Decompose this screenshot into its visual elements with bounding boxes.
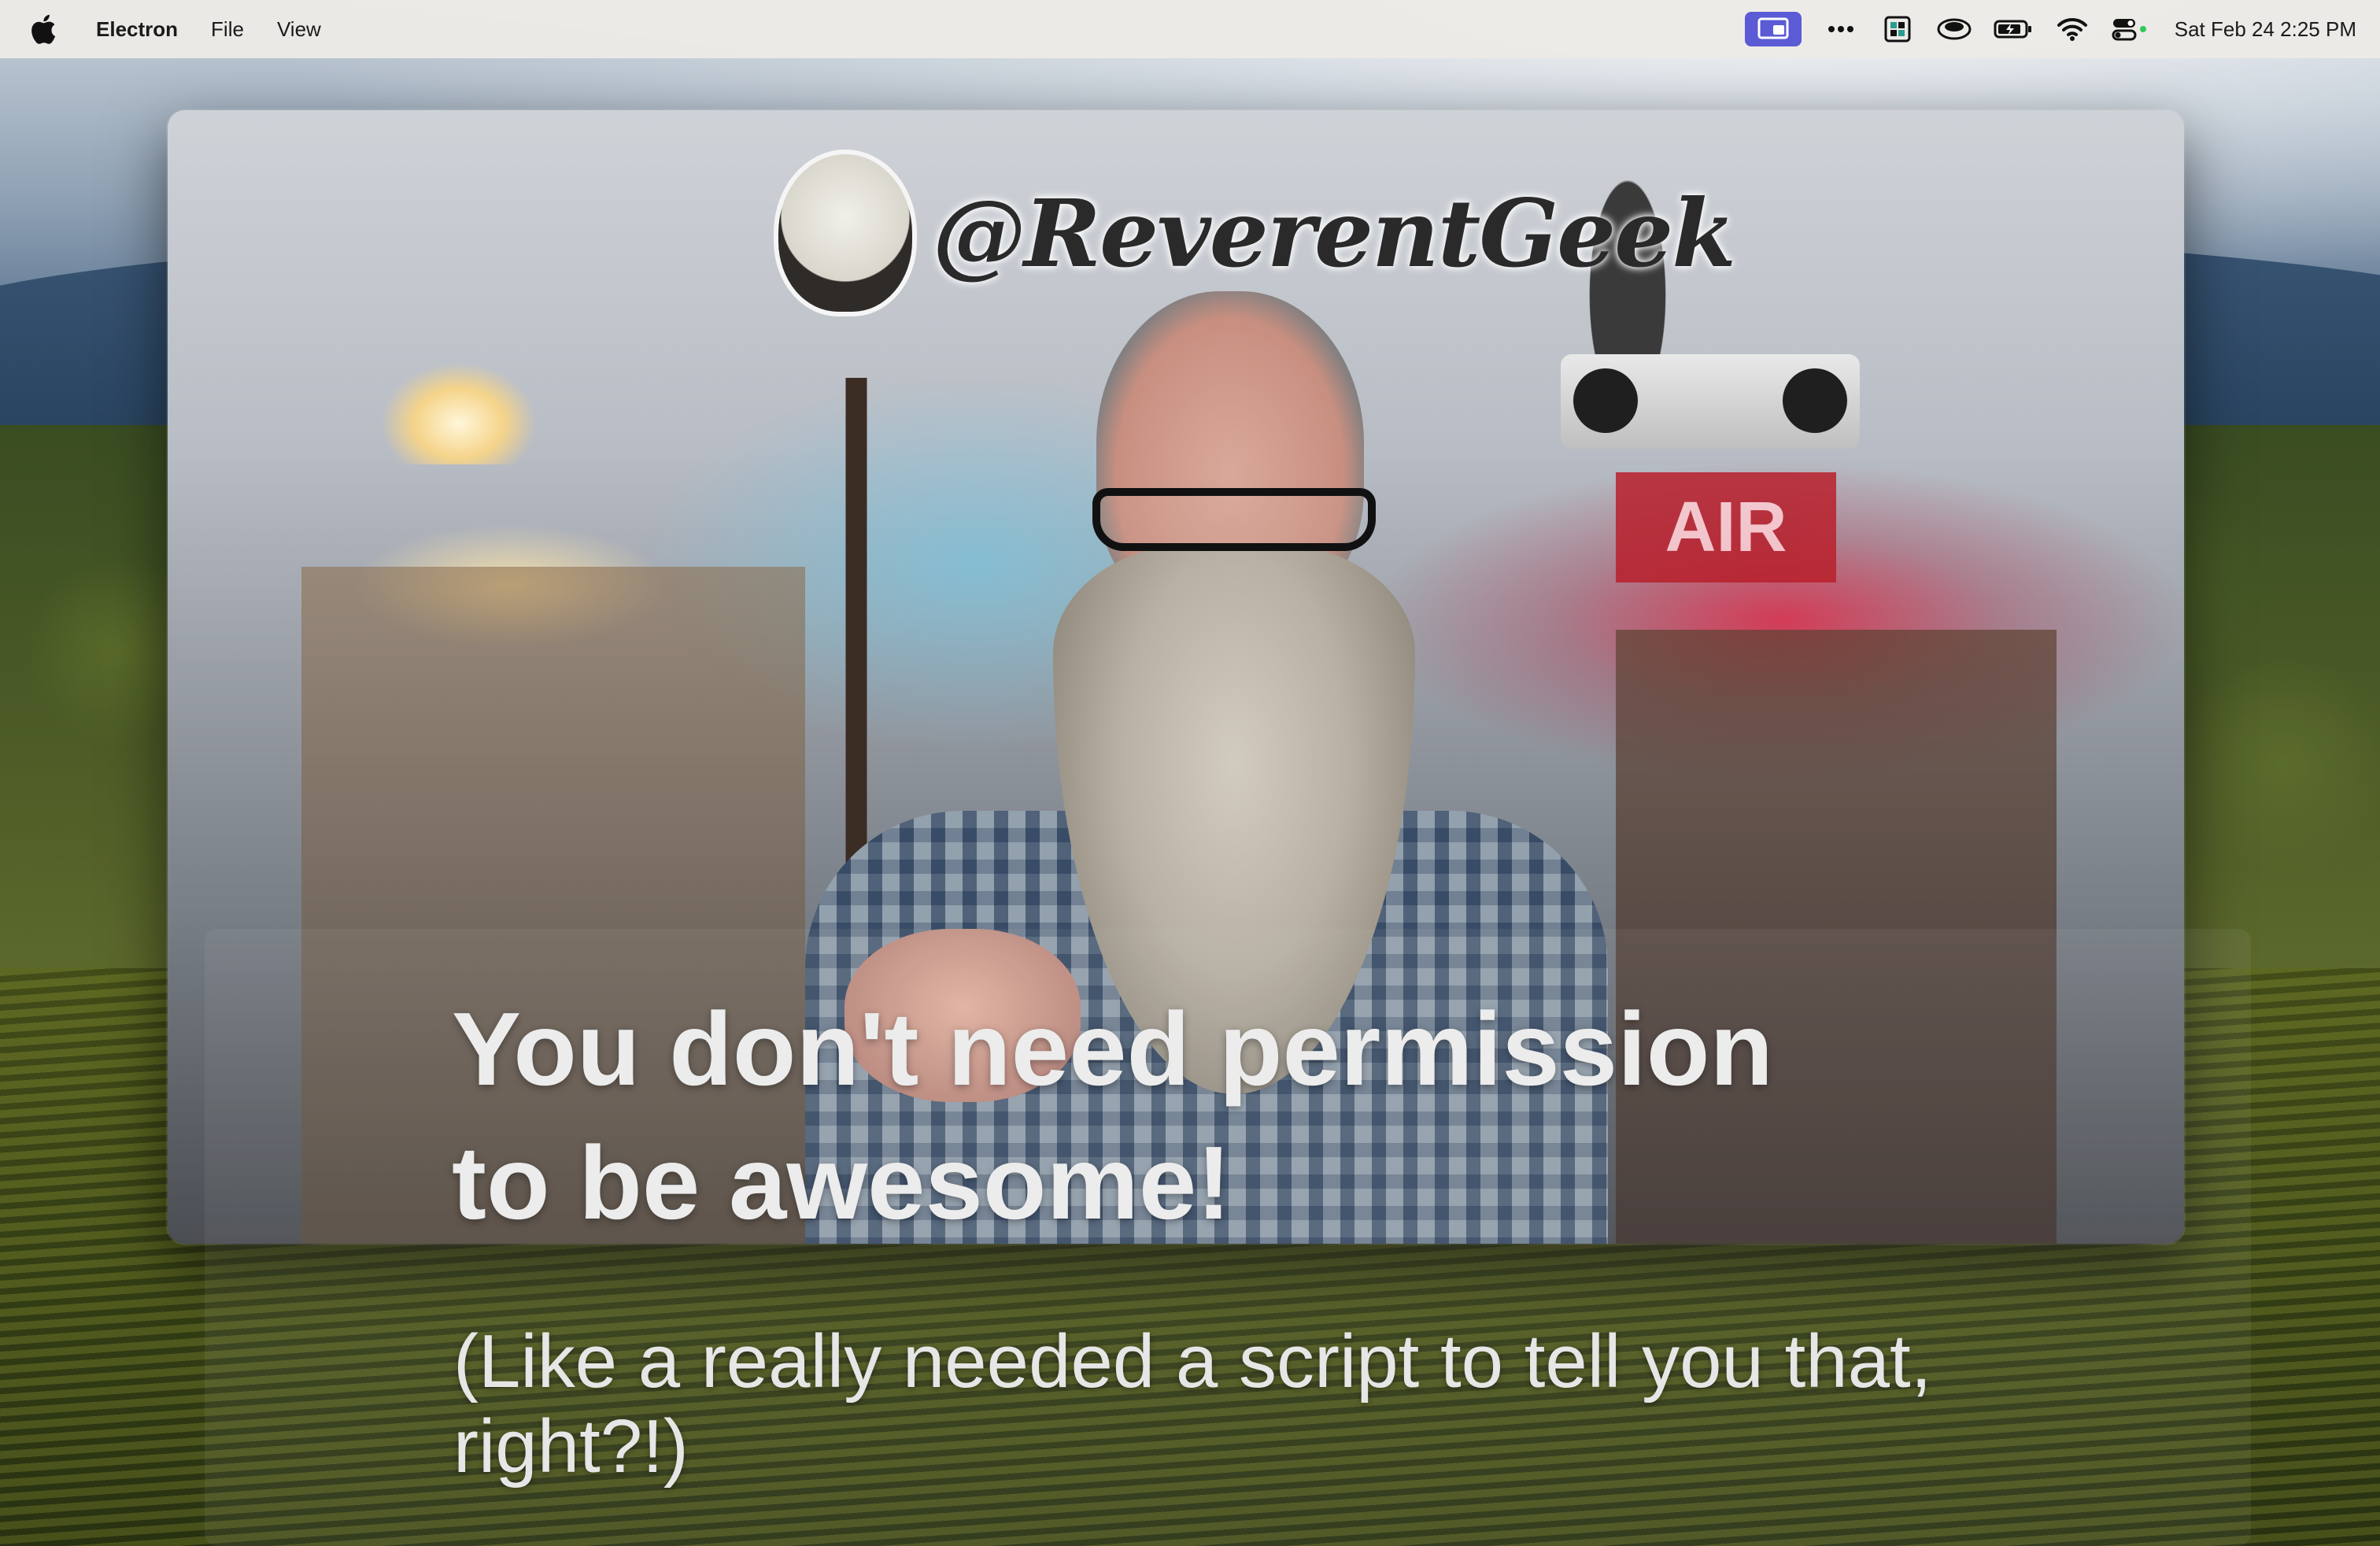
caption-sub-text: (Like a really needed a script to tell y… xyxy=(453,1319,2027,1489)
screen-share-icon[interactable] xyxy=(1744,12,1802,46)
cloud-service-icon[interactable] xyxy=(1937,12,1972,46)
battery-icon[interactable] xyxy=(1994,12,2033,46)
control-center-icon[interactable] xyxy=(2112,12,2148,46)
app-tray-icon[interactable] xyxy=(1880,12,1915,46)
caption-sub-line-2: right?!) xyxy=(453,1404,689,1489)
menu-app-name[interactable]: Electron xyxy=(85,0,194,58)
apple-logo-icon[interactable] xyxy=(30,13,57,45)
more-dots-icon[interactable] xyxy=(1824,12,1858,46)
caption-main-line-2: to be awesome! xyxy=(452,1125,1232,1241)
caption-sub-line-1: (Like a really needed a script to tell y… xyxy=(453,1319,1932,1404)
lamp xyxy=(380,362,538,464)
on-air-sign: AIR xyxy=(1616,472,1836,583)
menu-view[interactable]: View xyxy=(261,0,338,58)
presenter-glasses xyxy=(1092,488,1376,551)
caption-main-line-1: You don't need permission xyxy=(452,991,1774,1107)
wifi-icon[interactable] xyxy=(2055,12,2090,46)
menu-bar-clock[interactable]: Sat Feb 24 2:25 PM xyxy=(2175,17,2356,42)
caption-main-text: You don't need permission to be awesome! xyxy=(452,982,2057,1250)
menu-bar: Electron File View Sat Feb 24 2:25 PM xyxy=(0,0,2380,58)
menu-file[interactable]: File xyxy=(194,0,261,58)
